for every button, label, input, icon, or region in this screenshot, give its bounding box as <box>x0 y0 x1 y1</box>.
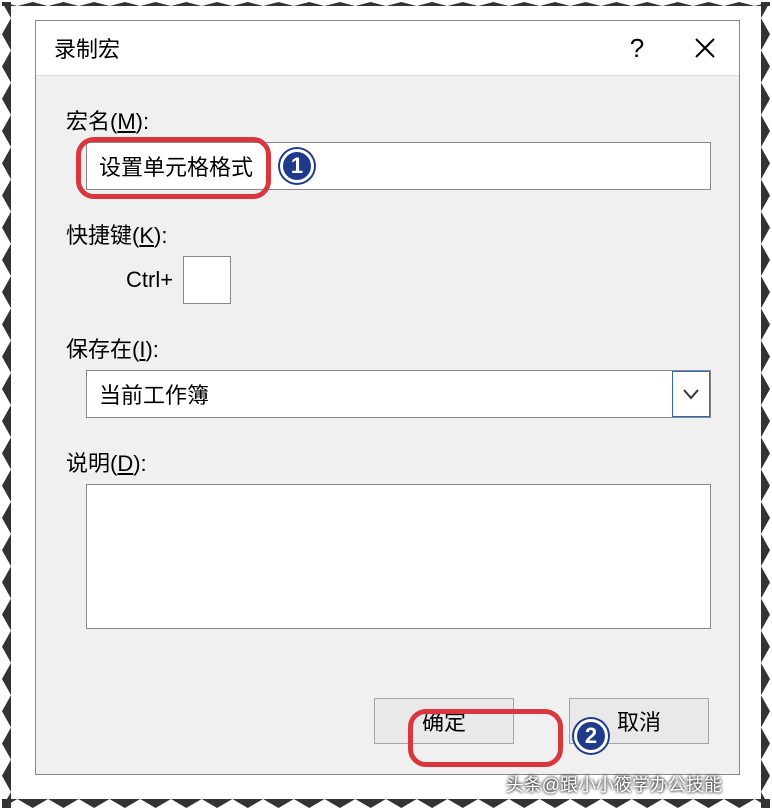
record-macro-dialog: 录制宏 ? 宏名(M): 快捷键(K): Ctrl+ 保存在(I): 当前工作簿 <box>35 20 740 775</box>
cancel-button[interactable]: 取消 <box>569 698 709 744</box>
chevron-down-icon <box>682 388 700 400</box>
shortcut-key-input[interactable] <box>183 256 231 304</box>
macro-name-label: 宏名(M): <box>66 104 709 136</box>
ok-button[interactable]: 确定 <box>374 698 514 744</box>
dialog-content: 宏名(M): 快捷键(K): Ctrl+ 保存在(I): 当前工作簿 说明(D)… <box>36 76 739 654</box>
dropdown-arrow-button[interactable] <box>672 371 710 417</box>
button-row: 确定 取消 <box>374 698 709 744</box>
description-label: 说明(D): <box>66 446 709 478</box>
save-in-label: 保存在(I): <box>66 332 709 364</box>
shortcut-prefix: Ctrl+ <box>126 267 173 293</box>
dialog-title: 录制宏 <box>54 32 603 64</box>
watermark: 头条@跟小小筱学办公技能 <box>506 771 722 797</box>
help-icon: ? <box>630 33 644 64</box>
close-icon <box>693 36 717 60</box>
help-button[interactable]: ? <box>603 21 671 76</box>
title-bar: 录制宏 ? <box>36 21 739 76</box>
macro-name-input[interactable] <box>86 142 711 190</box>
description-input[interactable] <box>86 484 711 629</box>
save-in-value: 当前工作簿 <box>87 371 672 417</box>
shortcut-label: 快捷键(K): <box>66 218 709 250</box>
close-button[interactable] <box>671 21 739 76</box>
save-in-dropdown[interactable]: 当前工作簿 <box>86 370 711 418</box>
